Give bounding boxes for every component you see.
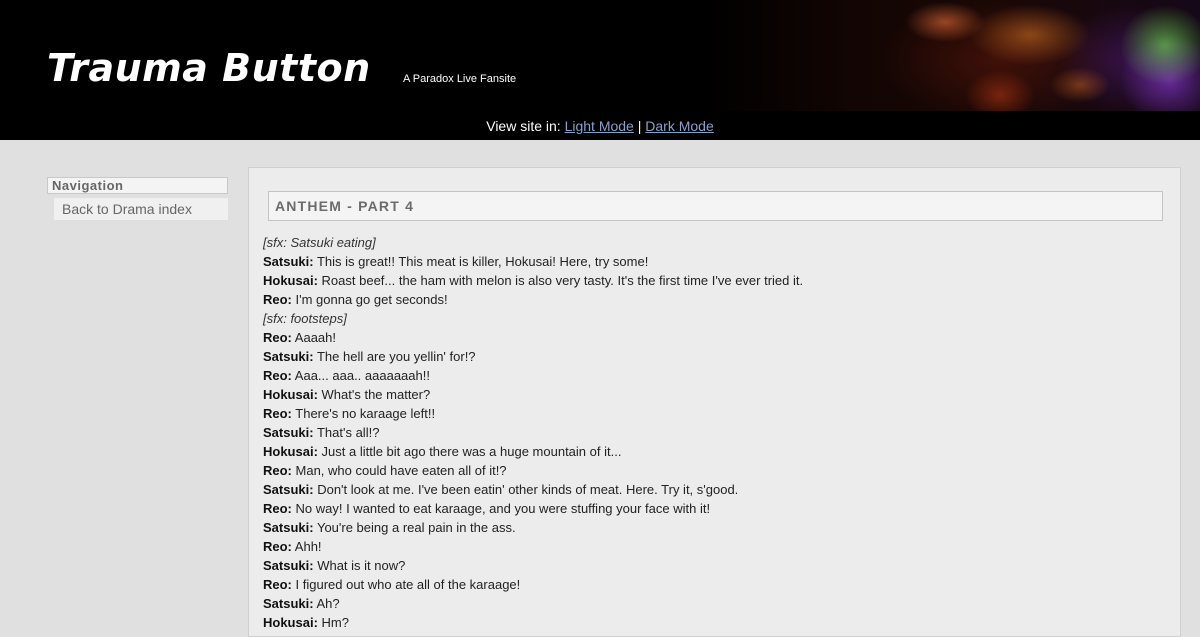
dialogue-text: I figured out who ate all of the karaage… <box>295 577 521 592</box>
speaker-name: Hokusai: <box>263 615 318 630</box>
dialogue-text: Aaaah! <box>294 330 336 345</box>
speaker-name: Satsuki: <box>263 254 314 269</box>
back-to-drama-index-link[interactable]: Back to Drama index <box>54 198 228 220</box>
light-mode-link[interactable]: Light Mode <box>565 118 634 134</box>
dialogue-line: Satsuki: Ah? <box>263 594 1163 613</box>
dialogue-text: I'm gonna go get seconds! <box>295 292 448 307</box>
drama-script: [sfx: Satsuki eating] Satsuki: This is gr… <box>263 233 1163 632</box>
speaker-name: Reo: <box>263 577 292 592</box>
sfx-text: [sfx: Satsuki eating] <box>263 235 376 250</box>
dialogue-text: Hm? <box>321 615 349 630</box>
dialogue-line: Reo: Man, who could have eaten all of it… <box>263 461 1163 480</box>
dialogue-text: Ahh! <box>294 539 322 554</box>
speaker-name: Satsuki: <box>263 349 314 364</box>
speaker-name: Reo: <box>263 368 292 383</box>
speaker-name: Satsuki: <box>263 482 314 497</box>
speaker-name: Satsuki: <box>263 558 314 573</box>
dialogue-text: That's all!? <box>316 425 380 440</box>
dialogue-text: Just a little bit ago there was a huge m… <box>321 444 622 459</box>
speaker-name: Reo: <box>263 292 292 307</box>
dark-mode-link[interactable]: Dark Mode <box>645 118 713 134</box>
navigation-heading: Navigation <box>47 177 228 194</box>
speaker-name: Satsuki: <box>263 596 314 611</box>
speaker-name: Reo: <box>263 406 292 421</box>
site-subtitle: A Paradox Live Fansite <box>403 73 517 85</box>
sfx-line: [sfx: footsteps] <box>263 309 1163 328</box>
dialogue-text: Aaa... aaa.. aaaaaaah!! <box>294 368 430 383</box>
dialogue-line: Hokusai: Roast beef... the ham with melo… <box>263 271 1163 290</box>
speaker-name: Reo: <box>263 463 292 478</box>
site-header: Trauma Button A Paradox Live Fansite <box>0 0 1200 111</box>
dialogue-line: Satsuki: You're being a real pain in the… <box>263 518 1163 537</box>
dialogue-line: Reo: I figured out who ate all of the ka… <box>263 575 1163 594</box>
dialogue-line: Reo: There's no karaage left!! <box>263 404 1163 423</box>
dialogue-text: The hell are you yellin' for!? <box>316 349 476 364</box>
view-mode-label: View site in: <box>486 118 561 134</box>
dialogue-line: Reo: Ahh! <box>263 537 1163 556</box>
speaker-name: Reo: <box>263 330 292 345</box>
dialogue-text: What's the matter? <box>321 387 431 402</box>
dialogue-line: Reo: I'm gonna go get seconds! <box>263 290 1163 309</box>
speaker-name: Hokusai: <box>263 273 318 288</box>
dialogue-line: Satsuki: Don't look at me. I've been eat… <box>263 480 1163 499</box>
dialogue-line: Satsuki: This is great!! This meat is ki… <box>263 252 1163 271</box>
dialogue-line: Satsuki: What is it now? <box>263 556 1163 575</box>
header-banner-image <box>700 0 1200 111</box>
dialogue-line: Reo: Aaa... aaa.. aaaaaaah!! <box>263 366 1163 385</box>
speaker-name: Hokusai: <box>263 444 318 459</box>
dialogue-text: Ah? <box>316 596 340 611</box>
speaker-name: Hokusai: <box>263 387 318 402</box>
view-mode-separator: | <box>637 118 642 134</box>
speaker-name: Reo: <box>263 539 292 554</box>
dialogue-text: Don't look at me. I've been eatin' other… <box>317 482 739 497</box>
view-mode-bar: View site in: Light Mode | Dark Mode <box>0 111 1200 140</box>
dialogue-text: What is it now? <box>317 558 406 573</box>
sfx-text: [sfx: footsteps] <box>263 311 347 326</box>
dialogue-line: Reo: No way! I wanted to eat karaage, an… <box>263 499 1163 518</box>
dialogue-line: Hokusai: Hm? <box>263 613 1163 632</box>
dialogue-text: No way! I wanted to eat karaage, and you… <box>295 501 711 516</box>
dialogue-line: Satsuki: That's all!? <box>263 423 1163 442</box>
speaker-name: Satsuki: <box>263 520 314 535</box>
speaker-name: Satsuki: <box>263 425 314 440</box>
sfx-line: [sfx: Satsuki eating] <box>263 233 1163 252</box>
dialogue-text: Roast beef... the ham with melon is also… <box>321 273 804 288</box>
speaker-name: Reo: <box>263 501 292 516</box>
dialogue-text: You're being a real pain in the ass. <box>316 520 516 535</box>
dialogue-line: Hokusai: Just a little bit ago there was… <box>263 442 1163 461</box>
chapter-title: ANTHEM - PART 4 <box>268 191 1163 221</box>
dialogue-text: This is great!! This meat is killer, Hok… <box>316 254 649 269</box>
site-title[interactable]: Trauma Button <box>47 44 371 92</box>
dialogue-text: Man, who could have eaten all of it!? <box>295 463 507 478</box>
dialogue-line: Satsuki: The hell are you yellin' for!? <box>263 347 1163 366</box>
dialogue-text: There's no karaage left!! <box>295 406 436 421</box>
main-content: ANTHEM - PART 4 [sfx: Satsuki eating] Sat… <box>248 167 1181 637</box>
dialogue-line: Reo: Aaaah! <box>263 328 1163 347</box>
dialogue-line: Hokusai: What's the matter? <box>263 385 1163 404</box>
